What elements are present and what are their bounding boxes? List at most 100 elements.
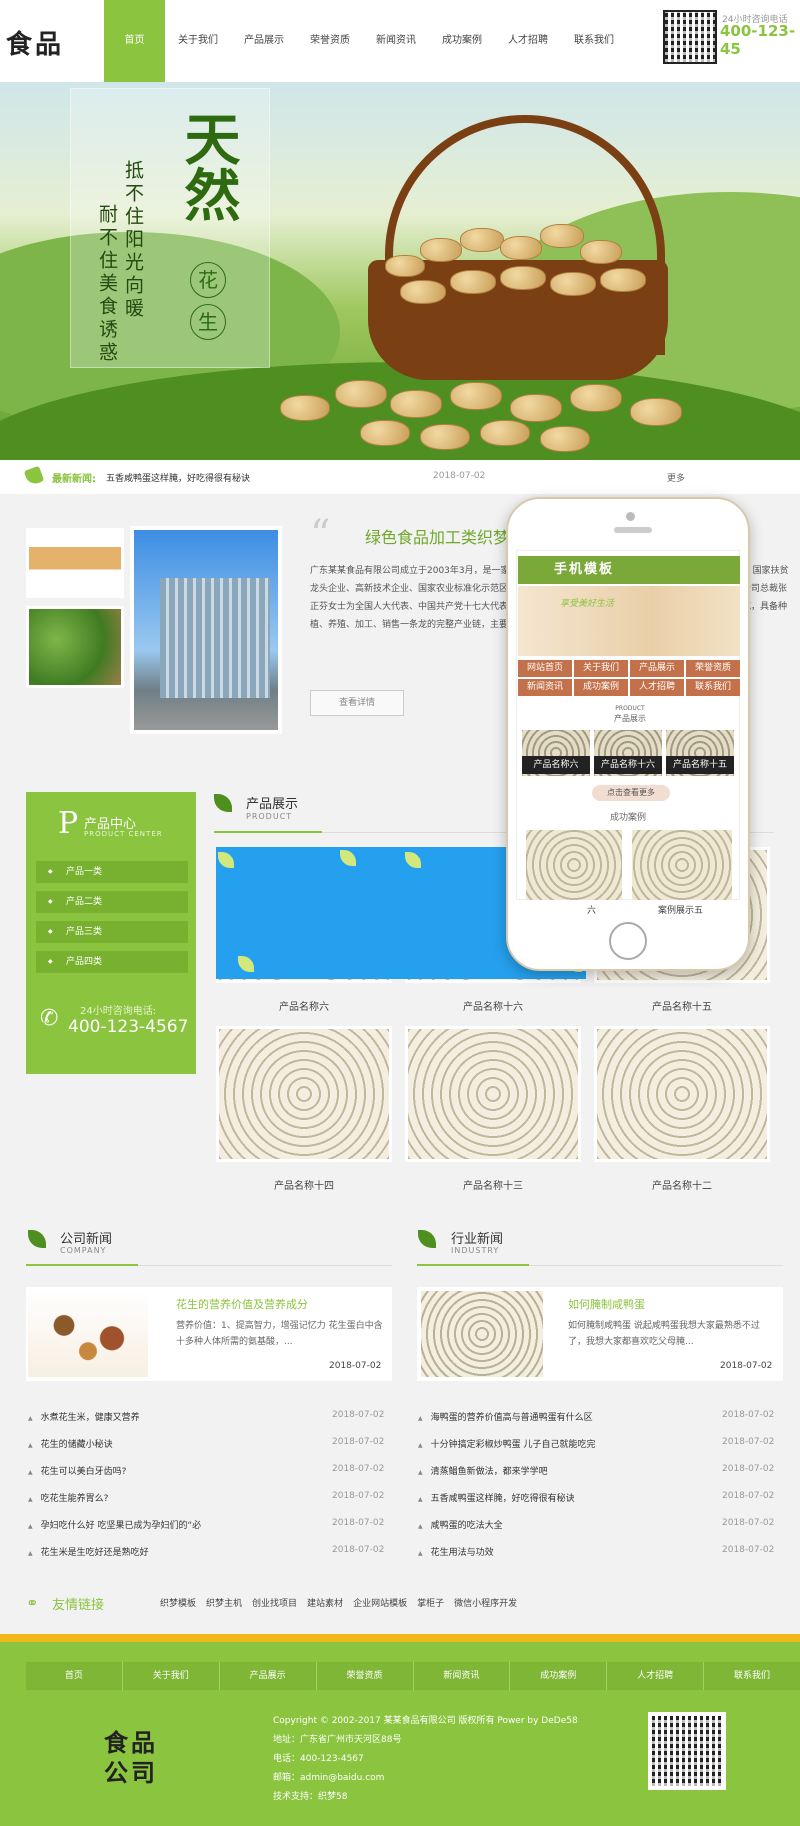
- news-list-date: 2018-07-02: [332, 1518, 385, 1528]
- footer-nav-item[interactable]: 联系我们: [704, 1662, 800, 1690]
- nav-news[interactable]: 新闻资讯: [363, 0, 429, 82]
- seed-image[interactable]: [421, 1291, 543, 1377]
- featured-news-title[interactable]: 花生的营养价值及营养成分: [176, 1296, 308, 1312]
- nav-honors[interactable]: 荣誉资质: [297, 0, 363, 82]
- footer-address: 地址：广东省广州市天河区88号: [273, 1735, 402, 1745]
- product-name[interactable]: 产品名称十四: [216, 1177, 392, 1192]
- footer-qr-code-icon: [648, 1712, 726, 1790]
- site-logo[interactable]: 食品: [6, 24, 64, 61]
- peanut: [540, 426, 590, 452]
- news-list-item[interactable]: 孕妇吃什么好 吃坚果已成为孕妇们的“必: [28, 1518, 202, 1531]
- news-list-item[interactable]: 清蒸鲳鱼新做法，都来学学吧: [418, 1464, 548, 1477]
- phone-nav-item[interactable]: 新闻资讯: [518, 679, 572, 696]
- friend-link[interactable]: 织梦主机: [206, 1596, 242, 1609]
- phone-case-image[interactable]: [632, 830, 732, 900]
- nav-home[interactable]: 首页: [104, 0, 165, 82]
- footer-nav-item[interactable]: 荣誉资质: [317, 1662, 414, 1690]
- friend-link[interactable]: 掌柜子: [417, 1596, 444, 1609]
- product-name[interactable]: 产品名称六: [216, 998, 392, 1013]
- phone-nav-item[interactable]: 产品展示: [630, 660, 684, 677]
- nav-jobs[interactable]: 人才招聘: [495, 0, 561, 82]
- footer-nav-item[interactable]: 首页: [26, 1662, 123, 1690]
- phone-nav-item[interactable]: 联系我们: [686, 679, 740, 696]
- title-underline: [26, 1264, 138, 1266]
- featured-news-text: 如何腌制咸鸭蛋 说起咸鸭蛋我想大家最熟悉不过了，我想大家都喜欢吃父母腌...: [568, 1321, 760, 1347]
- news-list-item[interactable]: 吃花生能养胃么?: [28, 1491, 109, 1504]
- friend-links-title: 友情链接: [52, 1598, 105, 1613]
- friend-link[interactable]: 建站素材: [307, 1596, 343, 1609]
- news-list-item[interactable]: 海鸭蛋的营养价值高与普通鸭蛋有什么区: [418, 1410, 593, 1423]
- news-list-item[interactable]: 五香咸鸭蛋这样腌，好吃得很有秘诀: [418, 1491, 575, 1504]
- product-name[interactable]: 产品名称十三: [405, 1177, 581, 1192]
- footer-nav-item[interactable]: 产品展示: [220, 1662, 317, 1690]
- sidebar-item-category-4[interactable]: 产品四类: [36, 951, 188, 973]
- latest-news-date: 2018-07-02: [433, 471, 486, 481]
- phone-nav-item[interactable]: 人才招聘: [630, 679, 684, 696]
- sidebar-item-category-2[interactable]: 产品二类: [36, 891, 188, 913]
- phone-camera-shape: [626, 512, 635, 521]
- peanut-image[interactable]: [28, 1291, 148, 1377]
- news-list-date: 2018-07-02: [722, 1518, 775, 1528]
- nav-cases[interactable]: 成功案例: [429, 0, 495, 82]
- product-name[interactable]: 产品名称十五: [594, 998, 770, 1013]
- latest-news-more-link[interactable]: 更多: [667, 471, 685, 484]
- product-name[interactable]: 产品名称十二: [594, 1177, 770, 1192]
- friend-link[interactable]: 企业网站模板: [353, 1596, 407, 1609]
- news-list-item[interactable]: 花生的储藏小秘诀: [28, 1437, 113, 1450]
- footer-nav-item[interactable]: 关于我们: [123, 1662, 220, 1690]
- phone-more-button[interactable]: 点击查看更多: [592, 785, 670, 801]
- news-list-item[interactable]: 水煮花生米，健康又营养: [28, 1410, 140, 1423]
- news-list-date: 2018-07-02: [332, 1410, 385, 1420]
- phone-nav-item[interactable]: 关于我们: [574, 660, 628, 677]
- about-title: 绿色食品加工类织梦: [365, 528, 510, 547]
- footer-nav-item[interactable]: 成功案例: [510, 1662, 608, 1690]
- peanut: [450, 382, 502, 410]
- phone-case-image[interactable]: [526, 830, 622, 900]
- industry-news-title: 行业新闻: [451, 1232, 504, 1247]
- building-shape: [160, 578, 270, 698]
- footer-nav-item[interactable]: 人才招聘: [607, 1662, 705, 1690]
- phone-nav-item[interactable]: 荣誉资质: [686, 660, 740, 677]
- product-image[interactable]: [405, 1026, 581, 1162]
- nav-about[interactable]: 关于我们: [165, 0, 231, 82]
- about-details-button[interactable]: 查看详情: [310, 690, 404, 716]
- peanut: [550, 272, 596, 296]
- featured-news-title[interactable]: 如何腌制咸鸭蛋: [568, 1296, 645, 1312]
- qr-code-icon: [663, 10, 717, 64]
- product-image[interactable]: [216, 1026, 392, 1162]
- friend-link[interactable]: 微信小程序开发: [454, 1596, 517, 1609]
- friend-link[interactable]: 创业找项目: [252, 1596, 297, 1609]
- latest-news-link[interactable]: 五香咸鸭蛋这样腌，好吃得很有秘诀: [106, 471, 250, 484]
- nav-contact[interactable]: 联系我们: [561, 0, 627, 82]
- sidebar-item-category-1[interactable]: 产品一类: [36, 861, 188, 883]
- phone-product-name[interactable]: 产品名称十六: [594, 756, 662, 774]
- footer-nav-item[interactable]: 新闻资讯: [414, 1662, 511, 1690]
- phone-nav-item[interactable]: 网站首页: [518, 660, 572, 677]
- news-list-date: 2018-07-02: [722, 1410, 775, 1420]
- nav-products[interactable]: 产品展示: [231, 0, 297, 82]
- phone-banner-text: 享受美好生活: [560, 599, 615, 609]
- featured-news-date: 2018-07-02: [329, 1361, 382, 1371]
- news-list-item[interactable]: 花生用法与功效: [418, 1545, 494, 1558]
- banner-title: 天然: [175, 110, 241, 222]
- news-list-date: 2018-07-02: [332, 1437, 385, 1447]
- product-image[interactable]: [594, 1026, 770, 1162]
- leaf-icon: [418, 1230, 436, 1248]
- footer-phone: 电话：400-123-4567: [273, 1754, 364, 1764]
- sidebar-item-category-3[interactable]: 产品三类: [36, 921, 188, 943]
- news-list-date: 2018-07-02: [332, 1545, 385, 1555]
- news-list-item[interactable]: 花生可以美白牙齿吗?: [28, 1464, 127, 1477]
- industry-news-subtitle: INDUSTRY: [451, 1246, 500, 1255]
- product-name[interactable]: 产品名称十六: [405, 998, 581, 1013]
- phone-product-name[interactable]: 产品名称十五: [666, 756, 734, 774]
- news-list-item[interactable]: 咸鸭蛋的吃法大全: [418, 1518, 503, 1531]
- phone-product-name[interactable]: 产品名称六: [522, 756, 590, 774]
- news-list-item[interactable]: 花生米是生吃好还是熟吃好: [28, 1545, 149, 1558]
- phone-nav-item[interactable]: 成功案例: [574, 679, 628, 696]
- phone-speaker-shape: [614, 527, 652, 533]
- friend-link[interactable]: 织梦模板: [160, 1596, 196, 1609]
- news-list-date: 2018-07-02: [332, 1491, 385, 1501]
- news-list-item[interactable]: 十分钟搞定彩椒炒鸭蛋 儿子自己就能吃完: [418, 1437, 596, 1450]
- footer-accent-band: [0, 1634, 800, 1642]
- peanut: [280, 395, 330, 421]
